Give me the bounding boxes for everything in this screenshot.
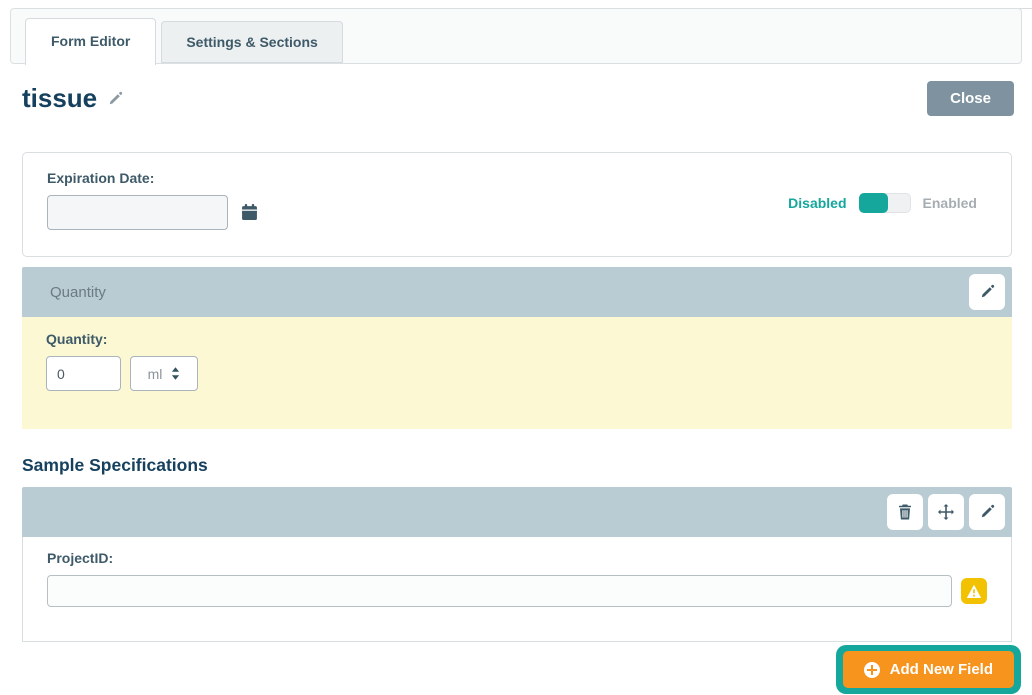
edit-section-button[interactable] bbox=[969, 494, 1005, 530]
move-section-button[interactable] bbox=[928, 494, 964, 530]
quantity-section-title: Quantity bbox=[50, 284, 964, 301]
enable-toggle[interactable] bbox=[859, 193, 911, 213]
spec-section-body: ProjectID: bbox=[22, 537, 1012, 642]
page-title-wrap: tissue bbox=[22, 83, 123, 114]
calendar-icon[interactable] bbox=[241, 204, 258, 221]
enable-toggle-group: Disabled Enabled bbox=[788, 193, 977, 213]
warning-badge[interactable] bbox=[961, 578, 987, 604]
sample-specifications-heading: Sample Specifications bbox=[22, 455, 1032, 476]
tab-settings-sections[interactable]: Settings & Sections bbox=[161, 21, 342, 63]
sample-specifications-section: ProjectID: bbox=[22, 487, 1012, 642]
move-arrows-icon bbox=[938, 504, 954, 520]
project-id-label: ProjectID: bbox=[47, 550, 987, 566]
toggle-enabled-label: Enabled bbox=[923, 195, 977, 211]
edit-quantity-button[interactable] bbox=[969, 274, 1005, 310]
title-row: tissue Close bbox=[22, 81, 1014, 116]
tab-strip: Form Editor Settings & Sections bbox=[10, 8, 1022, 64]
add-new-field-label: Add New Field bbox=[890, 661, 993, 678]
quantity-input[interactable] bbox=[46, 356, 121, 391]
expiration-date-input[interactable] bbox=[47, 195, 228, 230]
quantity-section-header: Quantity bbox=[22, 267, 1012, 317]
page-title: tissue bbox=[22, 83, 97, 114]
close-button[interactable]: Close bbox=[927, 81, 1014, 116]
quantity-section: Quantity Quantity: ml bbox=[22, 267, 1012, 429]
toggle-disabled-label: Disabled bbox=[788, 195, 846, 211]
select-arrows-icon bbox=[171, 367, 180, 380]
delete-section-button[interactable] bbox=[887, 494, 923, 530]
spec-section-header bbox=[22, 487, 1012, 537]
project-id-input[interactable] bbox=[47, 575, 952, 607]
project-id-row bbox=[47, 575, 987, 607]
expiration-date-label: Expiration Date: bbox=[47, 170, 987, 186]
trash-icon bbox=[897, 504, 913, 520]
quantity-row: ml bbox=[46, 356, 988, 391]
quantity-section-body: Quantity: ml bbox=[22, 317, 1012, 429]
quantity-field-label: Quantity: bbox=[46, 331, 988, 347]
tab-form-editor-label: Form Editor bbox=[51, 33, 130, 49]
tab-list: Form Editor Settings & Sections bbox=[25, 18, 343, 63]
tab-form-editor[interactable]: Form Editor bbox=[25, 18, 156, 65]
toggle-knob bbox=[859, 193, 888, 213]
tab-settings-sections-label: Settings & Sections bbox=[186, 34, 317, 50]
pencil-icon bbox=[979, 504, 995, 520]
expiration-date-panel: Expiration Date: Disabled Enabled bbox=[22, 152, 1012, 257]
warning-triangle-icon bbox=[966, 584, 982, 599]
unit-select-value: ml bbox=[148, 366, 163, 382]
edit-title-pencil-icon[interactable] bbox=[107, 91, 123, 107]
unit-select[interactable]: ml bbox=[130, 356, 198, 391]
add-new-field-button[interactable]: Add New Field bbox=[843, 651, 1014, 688]
plus-circle-icon bbox=[864, 662, 880, 678]
pencil-icon bbox=[979, 284, 995, 300]
